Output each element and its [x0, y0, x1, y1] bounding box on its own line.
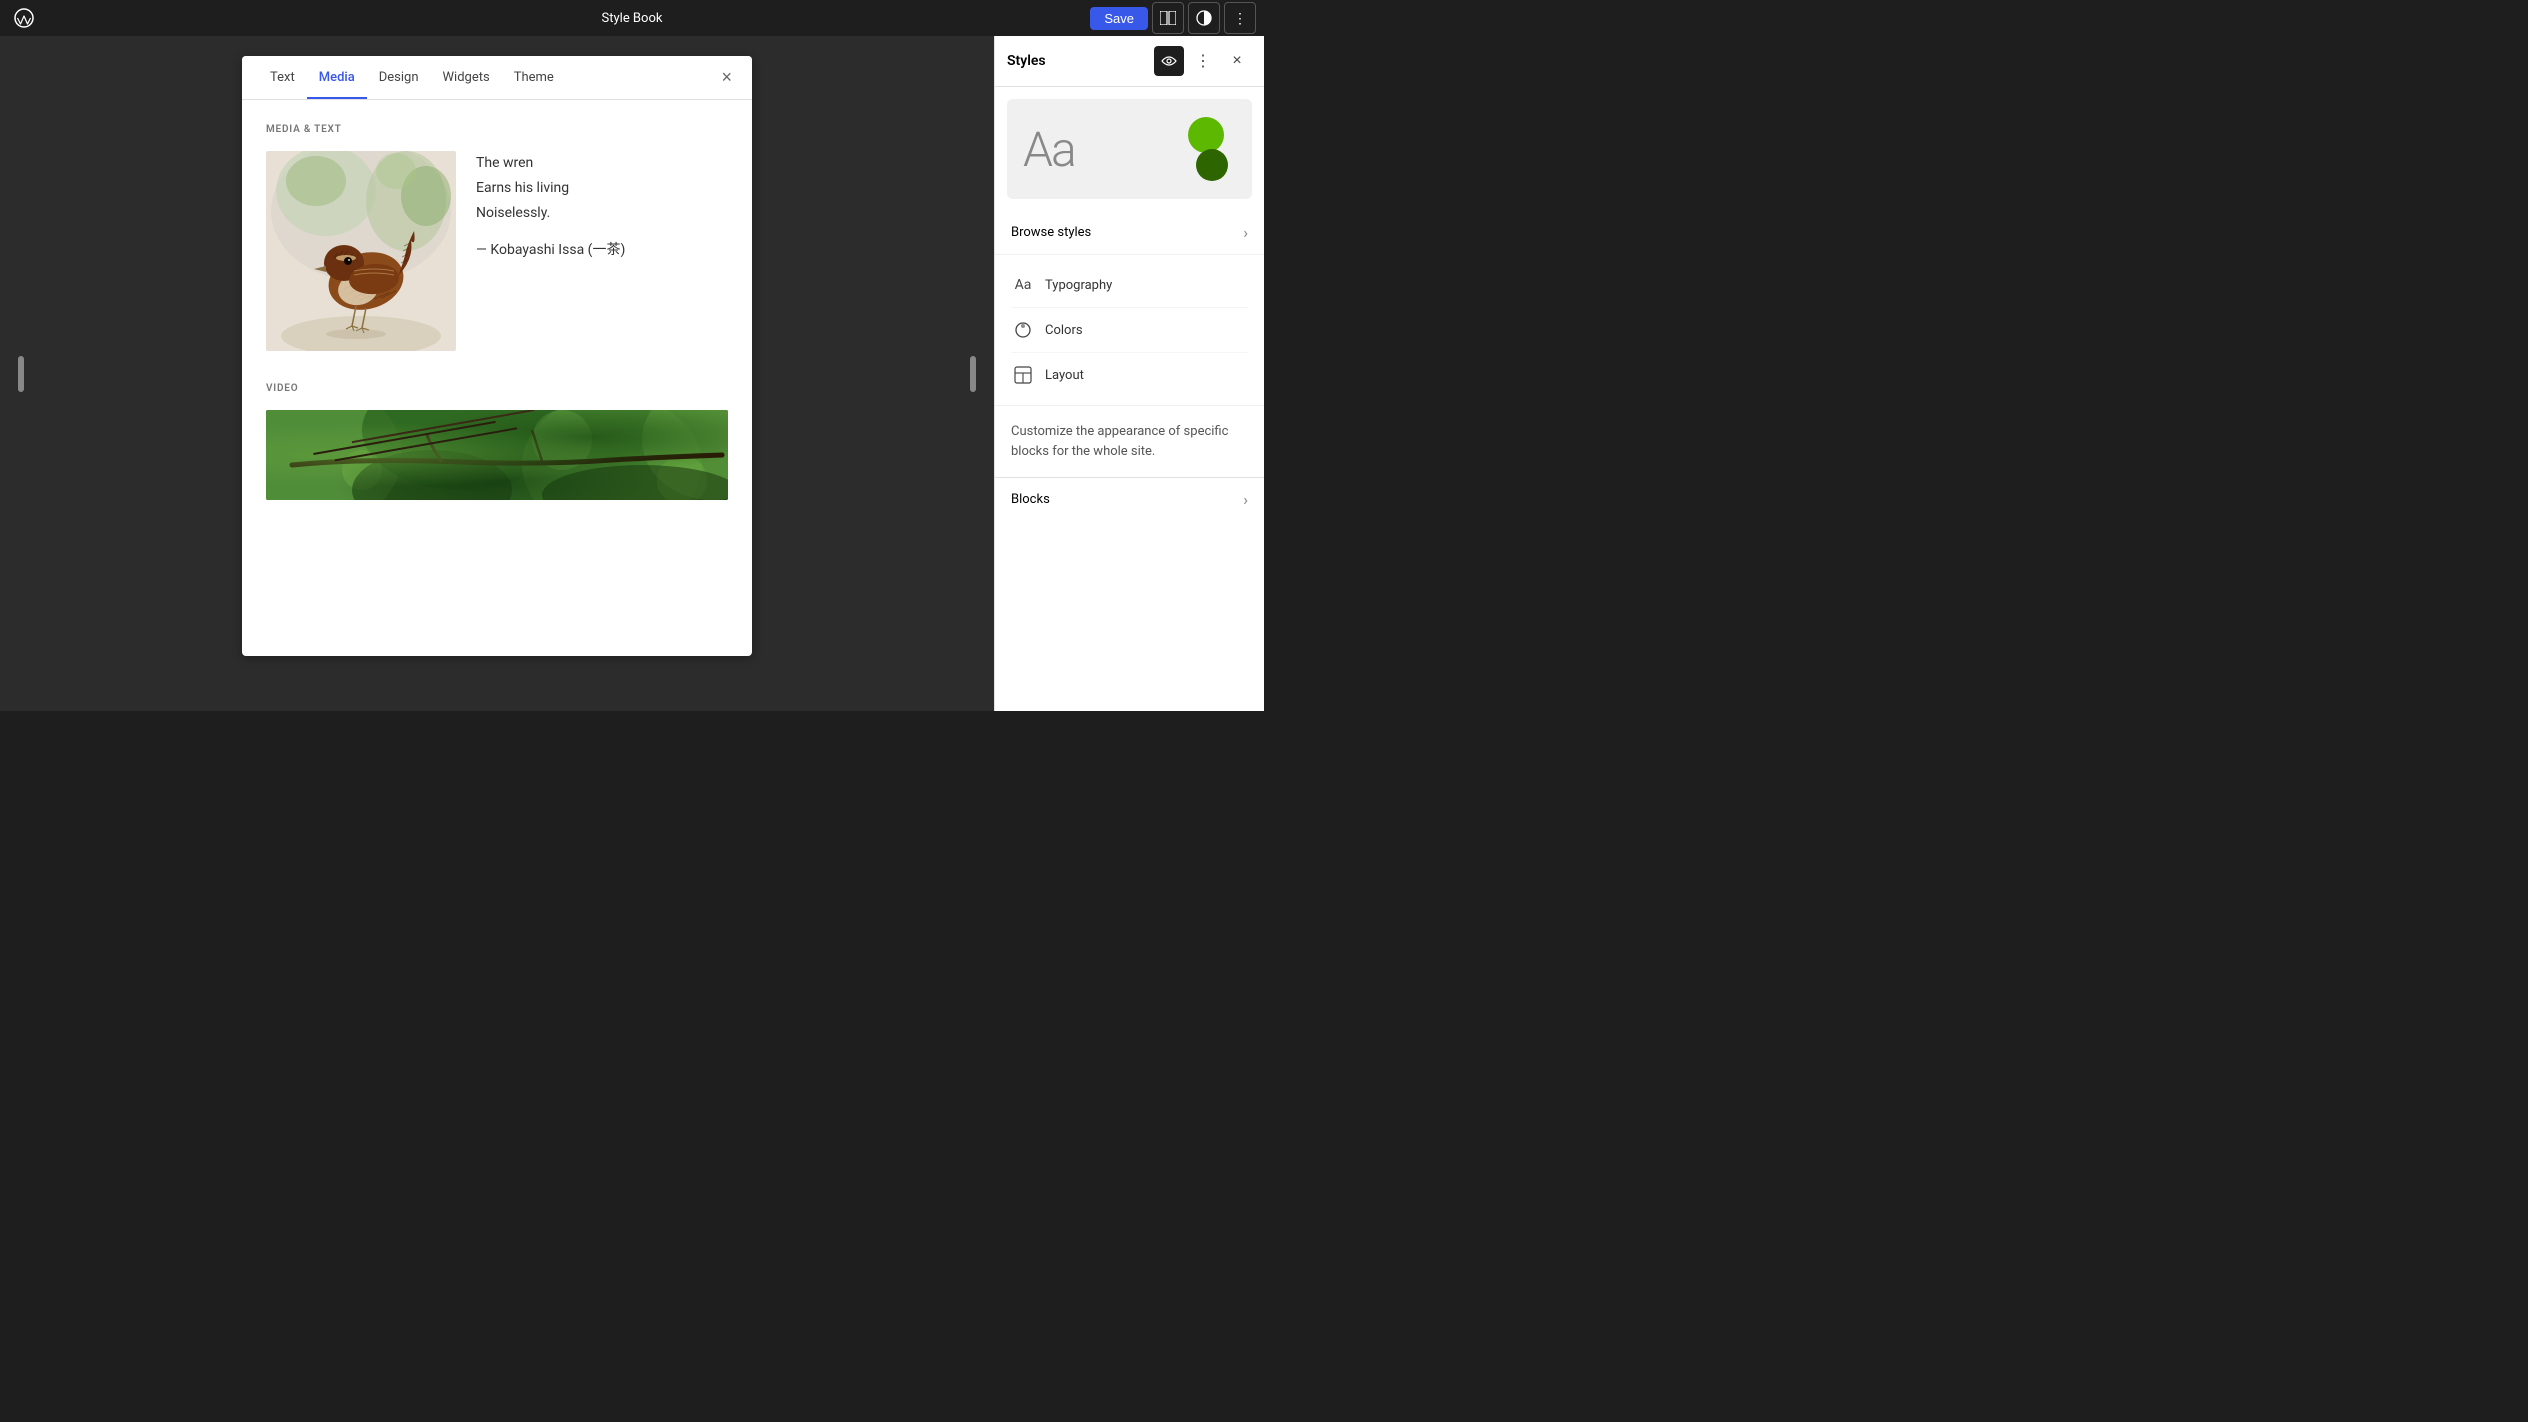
typography-icon: Aa — [1011, 273, 1035, 297]
poem-line-3: Noiselessly. — [476, 201, 728, 226]
poem-line-2: Earns his living — [476, 176, 728, 201]
blocks-chevron: › — [1243, 490, 1248, 509]
styles-close-button[interactable]: × — [1222, 46, 1252, 76]
styles-more-button[interactable]: ⋮ — [1188, 46, 1218, 76]
layout-icon — [1011, 363, 1035, 387]
stylebook-panel: Text Media Design Widgets Theme × — [242, 56, 752, 656]
tab-design[interactable]: Design — [367, 56, 431, 99]
colors-option[interactable]: Colors — [1011, 308, 1248, 353]
tab-text[interactable]: Text — [258, 56, 307, 99]
topbar-actions: Save ⋮ — [1090, 2, 1256, 34]
media-text-block: The wren Earns his living Noiselessly. —… — [266, 151, 728, 351]
layout-toggle-button[interactable] — [1152, 2, 1184, 34]
video-thumbnail — [266, 410, 728, 500]
color-dot-green-light — [1188, 117, 1224, 153]
canvas-area: Text Media Design Widgets Theme × — [0, 36, 994, 711]
panel-content: MEDIA & TEXT — [242, 100, 752, 524]
tab-media[interactable]: Media — [307, 56, 367, 99]
style-preview-card: Aa — [1007, 99, 1252, 199]
poem-text: The wren Earns his living Noiselessly. —… — [476, 151, 728, 259]
browse-styles-row[interactable]: Browse styles › — [995, 211, 1264, 255]
typography-option[interactable]: Aa Typography — [1011, 263, 1248, 308]
page-title: Style Book — [602, 11, 663, 26]
colors-label: Colors — [1045, 323, 1083, 338]
preview-toggle-button[interactable] — [1154, 46, 1184, 76]
tab-bar: Text Media Design Widgets Theme × — [242, 56, 752, 100]
styles-panel: Styles ⋮ × Aa — [994, 36, 1264, 711]
more-options-button[interactable]: ⋮ — [1224, 2, 1256, 34]
video-section-label: VIDEO — [266, 383, 728, 394]
poem-line-1: The wren — [476, 151, 728, 176]
blocks-row[interactable]: Blocks › — [995, 477, 1264, 521]
topbar: Style Book Save ⋮ — [0, 0, 1264, 36]
main-area: Text Media Design Widgets Theme × — [0, 36, 1264, 711]
tab-theme[interactable]: Theme — [502, 56, 566, 99]
colors-icon — [1011, 318, 1035, 342]
video-section: VIDEO — [266, 383, 728, 500]
wp-logo[interactable] — [8, 2, 40, 34]
contrast-toggle-button[interactable] — [1188, 2, 1220, 34]
styles-header: Styles ⋮ × — [995, 36, 1264, 87]
layout-option[interactable]: Layout — [1011, 353, 1248, 397]
save-button[interactable]: Save — [1090, 7, 1148, 30]
preview-typography-text: Aa — [1023, 121, 1075, 178]
styles-header-actions: ⋮ × — [1154, 46, 1252, 76]
bird-image — [266, 151, 456, 351]
customize-description: Customize the appearance of specific blo… — [995, 405, 1264, 477]
blocks-label: Blocks — [1011, 492, 1050, 507]
tab-widgets[interactable]: Widgets — [431, 56, 502, 99]
close-button[interactable]: × — [717, 63, 736, 92]
browse-styles-chevron: › — [1243, 223, 1248, 242]
poem-attribution: — Kobayashi Issa (一茶) — [476, 239, 728, 259]
browse-styles-label: Browse styles — [1011, 225, 1091, 240]
layout-label: Layout — [1045, 368, 1084, 383]
media-text-section-label: MEDIA & TEXT — [266, 124, 728, 135]
canvas-scrollbar-left[interactable] — [18, 356, 24, 392]
styles-panel-title: Styles — [1007, 53, 1154, 69]
style-options: Aa Typography Colors — [995, 255, 1264, 405]
color-dot-green-dark — [1196, 149, 1228, 181]
canvas-scrollbar-right[interactable] — [970, 356, 976, 392]
typography-label: Typography — [1045, 278, 1112, 293]
